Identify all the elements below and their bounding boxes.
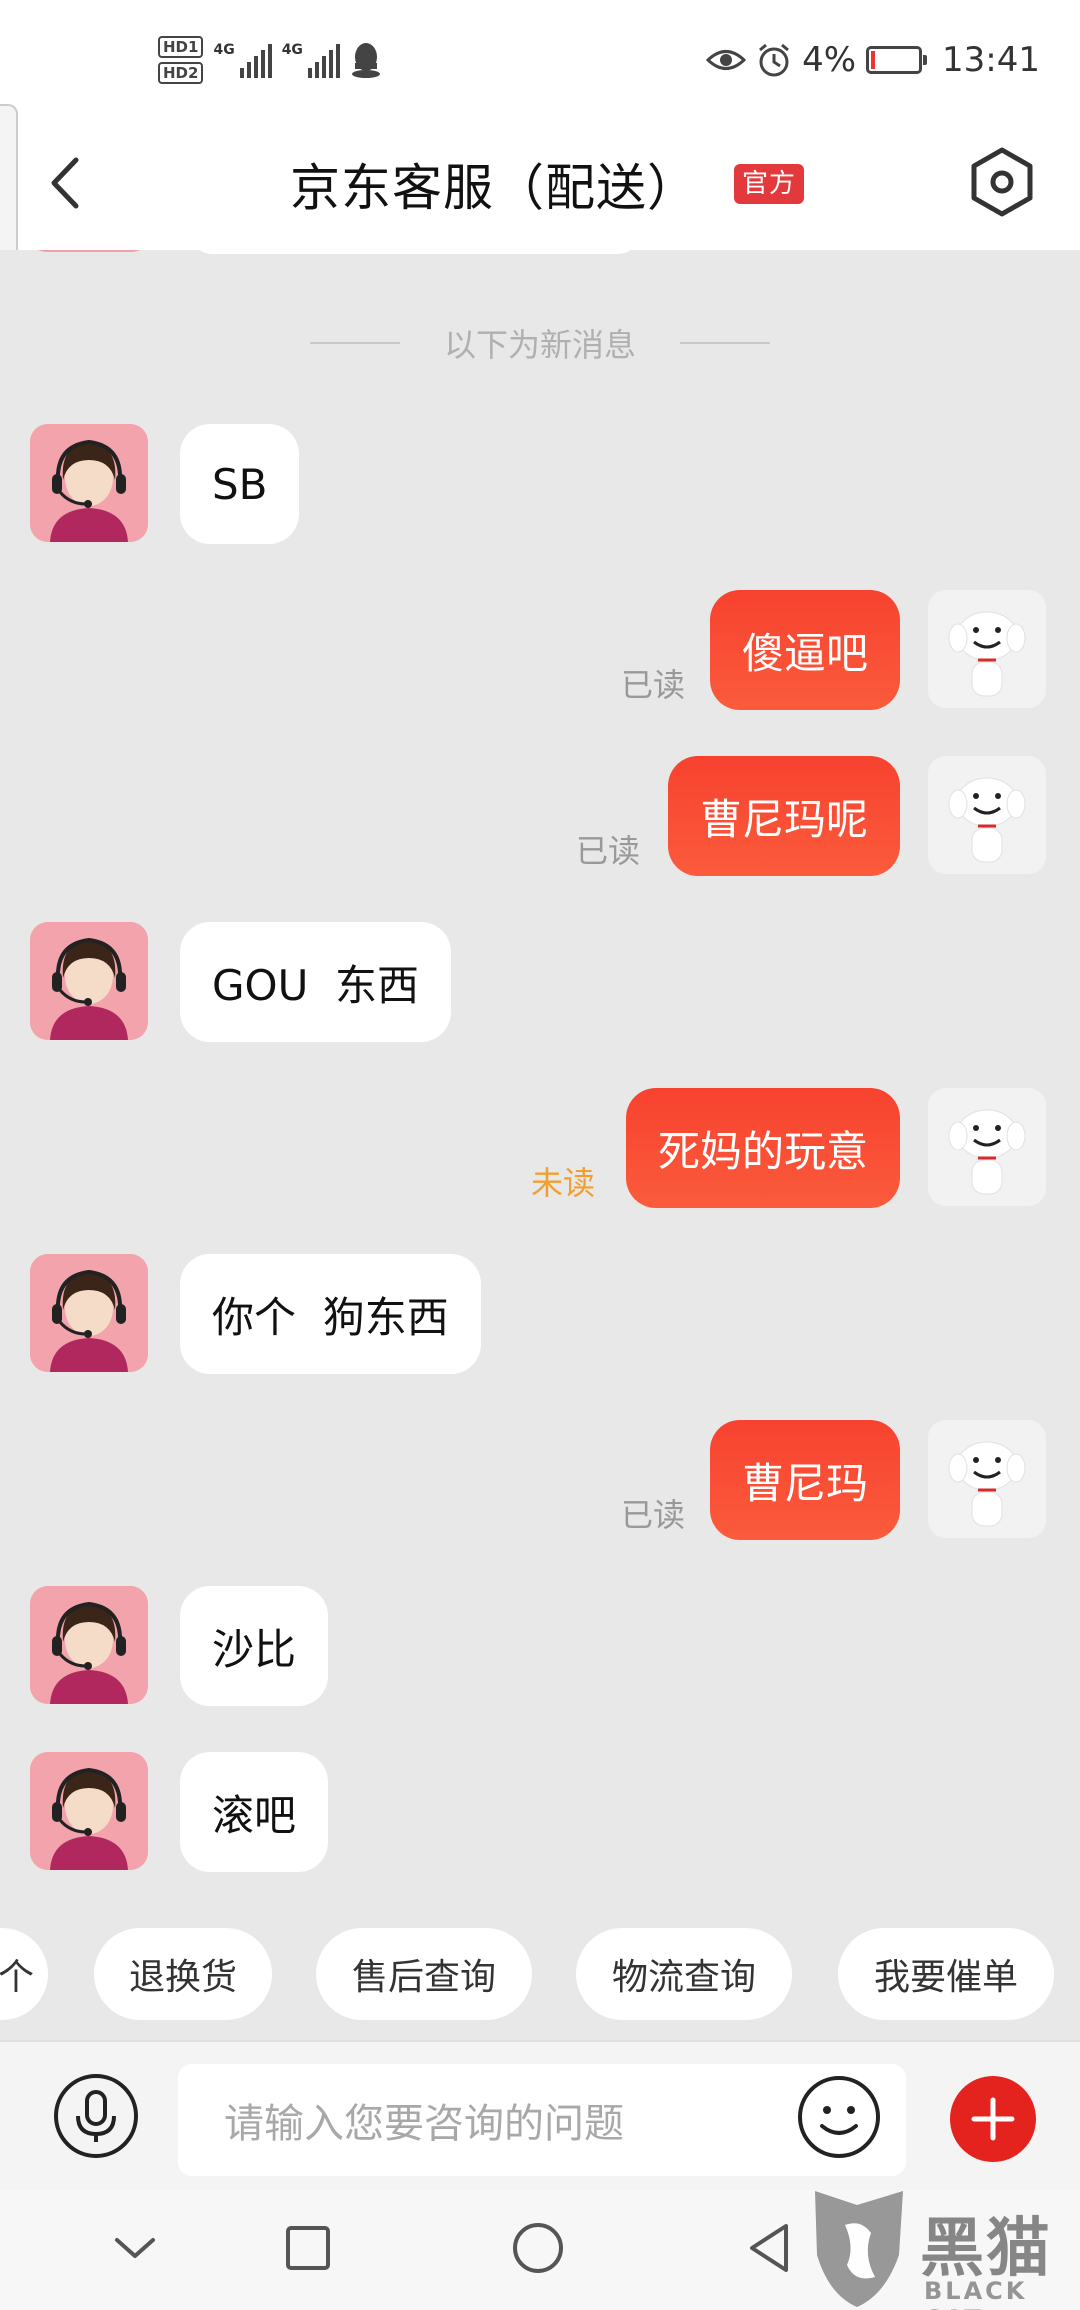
incoming-message[interactable]: GOU 东西 [180, 922, 452, 1042]
outgoing-message[interactable]: 曹尼玛 [709, 1420, 900, 1540]
read-status: 已读 [620, 1496, 685, 1534]
back-arrow-icon[interactable] [40, 148, 100, 218]
quick-reply-chip[interactable]: 物流查询 [576, 1928, 792, 2020]
read-status: 已读 [575, 832, 640, 870]
status-bar: HD1 HD2 4G 4G 4% 13:41 [0, 0, 1080, 120]
quick-reply-chip[interactable]: 退换货 [94, 1928, 272, 2020]
message-row: 曹尼玛呢 已读 [0, 756, 1080, 876]
read-status: 已读 [620, 666, 685, 704]
clipped-message-bubble [190, 250, 640, 254]
headset-agent-icon [30, 424, 148, 542]
page-title-group: 京东客服（配送） 官方 [290, 144, 805, 224]
official-badge: 官方 [734, 164, 805, 204]
incoming-message[interactable]: 你个 狗东西 [180, 1254, 481, 1374]
hd1-badge: HD1 [158, 36, 204, 58]
headset-agent-icon [30, 1254, 148, 1372]
signal-1-icon: 4G [213, 42, 272, 78]
outgoing-message[interactable]: 傻逼吧 [709, 590, 900, 710]
joy-dog-avatar-icon [928, 1420, 1046, 1538]
headset-agent-icon [30, 1586, 148, 1704]
alarm-icon [759, 43, 790, 77]
blackcat-watermark: 黑猫 BLACK CAT [800, 2185, 1080, 2310]
incoming-message[interactable]: SB [180, 424, 300, 544]
back-triangle-icon[interactable] [740, 2218, 800, 2278]
agent-avatar[interactable] [30, 1586, 148, 1704]
emoji-icon[interactable] [796, 2074, 882, 2160]
incoming-message[interactable]: 沙比 [180, 1586, 329, 1706]
eye-icon [706, 50, 747, 70]
agent-avatar[interactable] [30, 424, 148, 542]
home-circle-icon[interactable] [508, 2218, 568, 2278]
clock: 13:41 [942, 40, 1040, 80]
settings-hexagon-icon[interactable] [964, 144, 1040, 220]
headset-agent-icon [30, 922, 148, 1040]
network-2-label: 4G [281, 42, 303, 58]
message-row: 沙比 [0, 1586, 1080, 1706]
message-row: 死妈的玩意 未读 [0, 1088, 1080, 1208]
joy-dog-avatar-icon [928, 1088, 1046, 1206]
signal-2-icon: 4G [282, 42, 340, 78]
agent-avatar[interactable] [30, 922, 148, 1040]
user-avatar[interactable] [928, 1088, 1046, 1206]
recents-square-icon[interactable] [278, 2218, 338, 2278]
quick-reply-chip[interactable]: 售后查询 [316, 1928, 532, 2020]
battery-icon [866, 46, 928, 74]
add-attachment-button[interactable] [950, 2076, 1036, 2162]
hd2-badge: HD2 [158, 62, 204, 84]
agent-avatar[interactable] [30, 1254, 148, 1372]
quick-reply-chip[interactable]: 个 [0, 1928, 48, 2020]
network-1-label: 4G [213, 42, 235, 58]
new-messages-divider: 以下为新消息 [310, 320, 770, 366]
divider-label: 以下为新消息 [443, 326, 636, 364]
hd-badges: HD1 HD2 [158, 36, 204, 84]
message-row: 你个 狗东西 [0, 1254, 1080, 1374]
message-row: 滚吧 [0, 1752, 1080, 1872]
outgoing-message[interactable]: 曹尼玛呢 [667, 756, 900, 876]
chevron-down-icon[interactable] [105, 2218, 165, 2278]
plus-icon [971, 2097, 1015, 2141]
input-bar: 请输入您要咨询的问题 [0, 2040, 1080, 2190]
incoming-message[interactable]: 滚吧 [180, 1752, 329, 1872]
user-avatar[interactable] [928, 590, 1046, 708]
agent-avatar[interactable] [30, 1752, 148, 1870]
headset-agent-icon [30, 1752, 148, 1870]
joy-dog-avatar-icon [928, 590, 1046, 708]
chat-area[interactable]: 以下为新消息 SB 傻逼吧 已读 曹尼玛呢 已读 GOU 东西 死妈的玩意 未读… [0, 250, 1080, 2040]
clipped-agent-avatar [30, 250, 148, 252]
joy-dog-avatar-icon [928, 756, 1046, 874]
message-row: 曹尼玛 已读 [0, 1420, 1080, 1540]
quick-reply-chip[interactable]: 我要催单 [838, 1928, 1054, 2020]
page-title: 京东客服（配送） [290, 159, 698, 217]
quick-reply-bar: 个 退换货 售后查询 物流查询 我要催单 [0, 1920, 1080, 2030]
chat-header: 京东客服（配送） 官方 [0, 120, 1080, 250]
message-input-placeholder: 请输入您要咨询的问题 [224, 2101, 624, 2147]
watermark-cn: 黑猫 [920, 2212, 1052, 2286]
battery-percent: 4% [802, 40, 857, 80]
outgoing-message[interactable]: 死妈的玩意 [625, 1088, 900, 1208]
status-left: HD1 HD2 4G 4G [158, 30, 382, 90]
microphone-icon[interactable] [52, 2072, 140, 2160]
status-right: 4% 13:41 [706, 30, 1040, 90]
watermark-en: BLACK CAT [924, 2277, 1028, 2310]
user-avatar[interactable] [928, 1420, 1046, 1538]
cat-shield-logo-icon [815, 2191, 903, 2307]
user-avatar[interactable] [928, 756, 1046, 874]
message-row: 傻逼吧 已读 [0, 590, 1080, 710]
message-row: GOU 东西 [0, 922, 1080, 1042]
message-row: SB [0, 424, 1080, 544]
qq-icon [351, 43, 380, 78]
unread-status: 未读 [530, 1164, 595, 1202]
